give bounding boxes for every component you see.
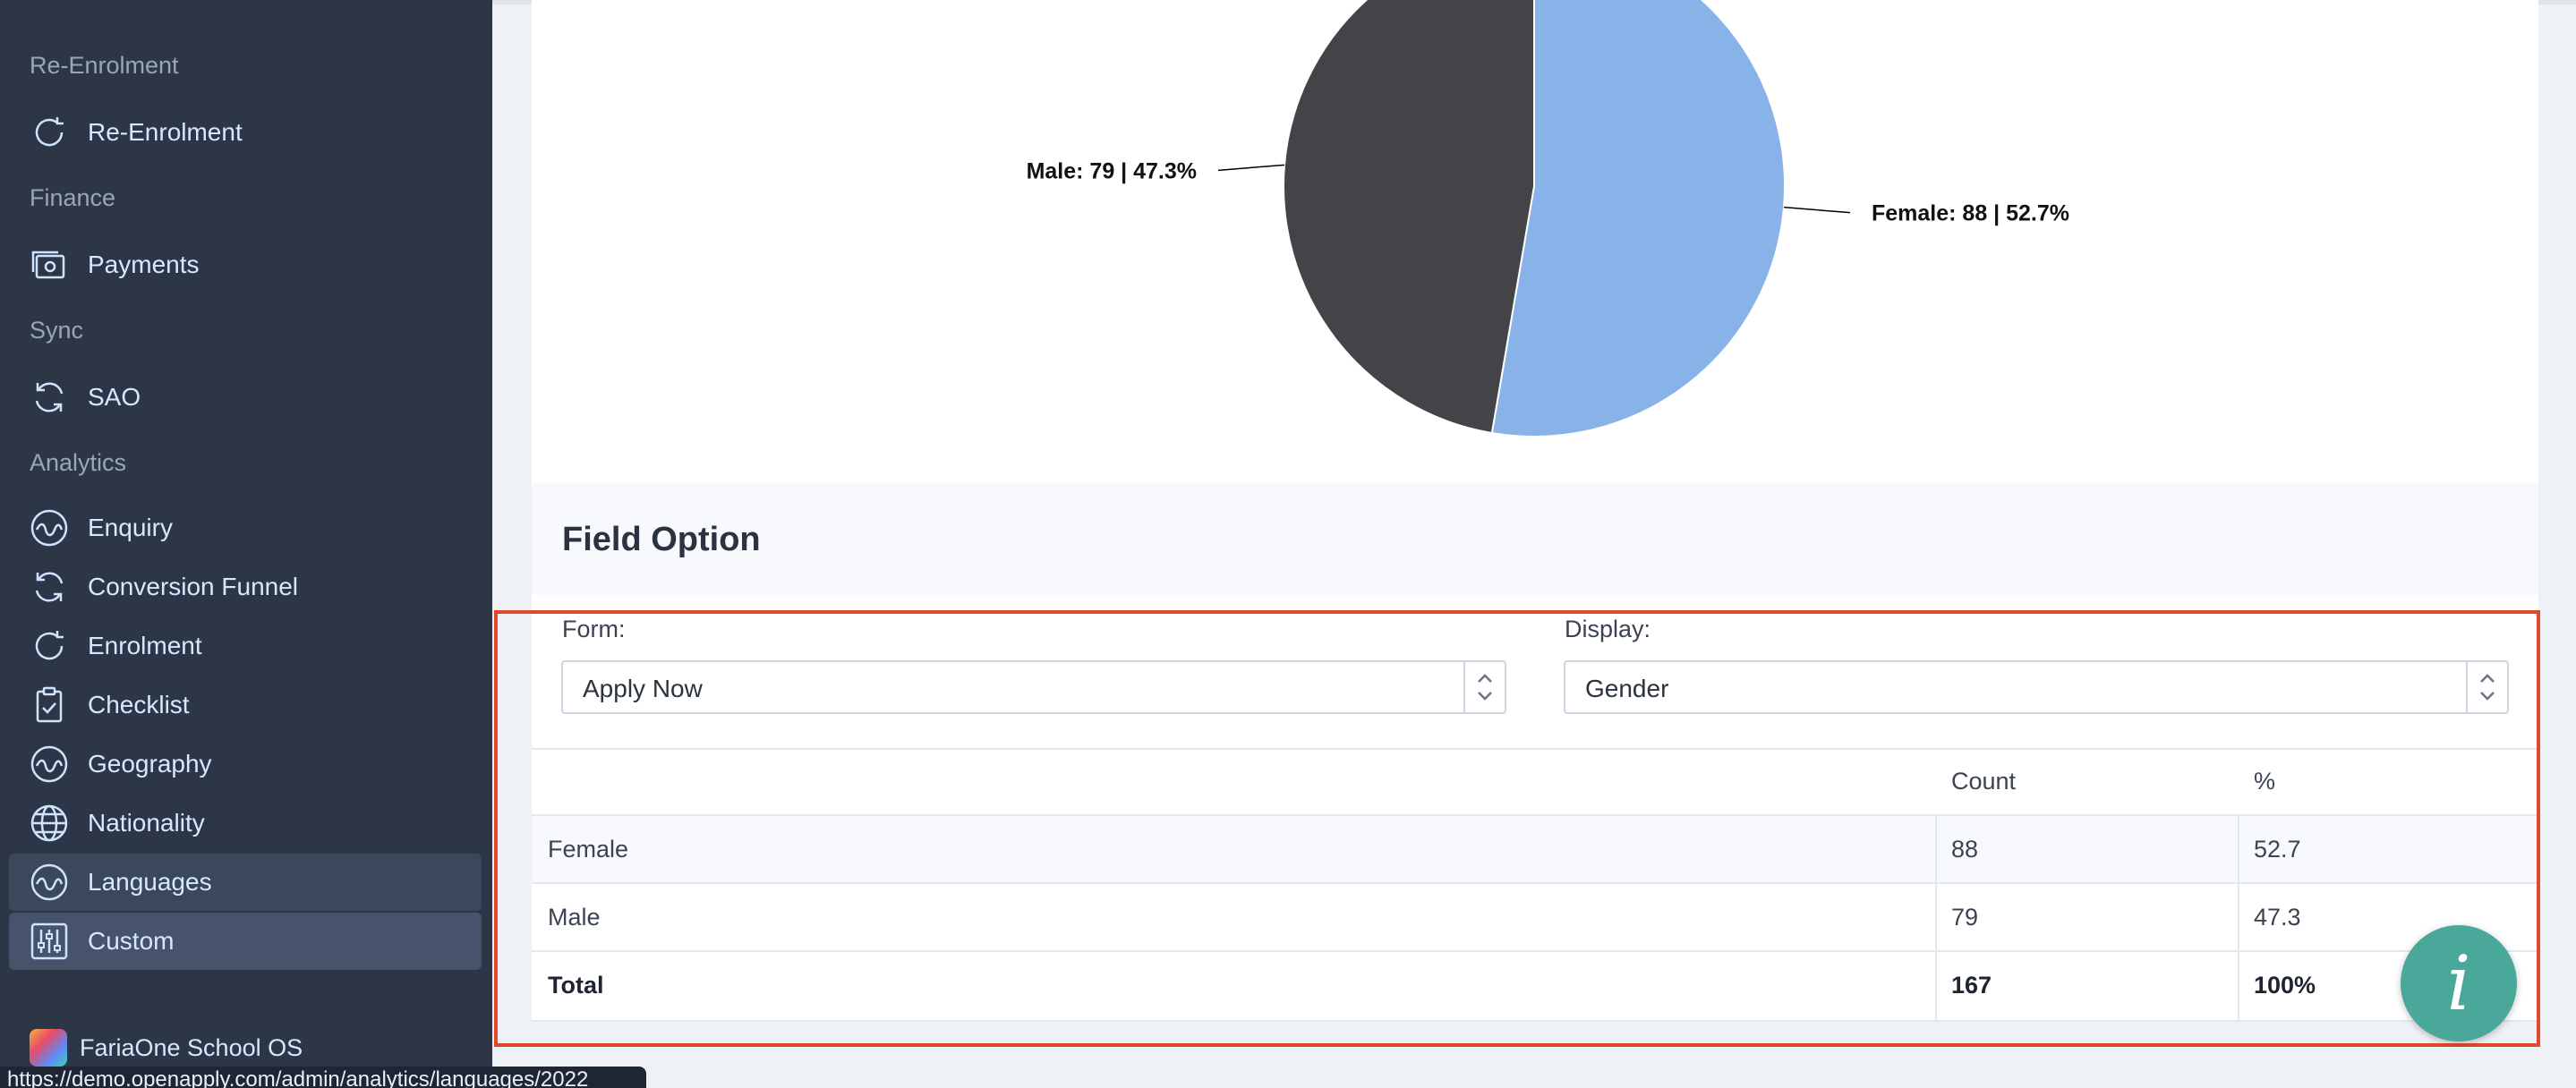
- sync-icon: [29, 566, 70, 608]
- selection-highlight-box: [494, 610, 2540, 1047]
- sliders-icon: [29, 921, 70, 962]
- globe-icon: [29, 803, 70, 844]
- field-option-header: Field Option: [532, 483, 2538, 595]
- pie-data-label: Female: 88 | 52.7%: [1872, 201, 2069, 226]
- sidebar-item-sao[interactable]: SAO: [9, 369, 482, 426]
- pie-leader-line: [1217, 164, 1285, 172]
- sidebar-item-re-enrolment[interactable]: Re-Enrolment: [9, 104, 482, 161]
- sidebar-item-label: Languages: [88, 868, 212, 896]
- sidebar-item-label: Conversion Funnel: [88, 573, 299, 600]
- sidebar-item-languages[interactable]: Languages: [9, 854, 482, 911]
- section-sync: Sync: [30, 317, 84, 344]
- info-button[interactable]: i: [2401, 925, 2517, 1041]
- brand-link[interactable]: FariaOne School OS: [30, 1029, 303, 1067]
- pie-slice-male[interactable]: [1283, 0, 1535, 435]
- sidebar-item-label: Re-Enrolment: [88, 118, 243, 146]
- sidebar-item-nationality[interactable]: Nationality: [9, 795, 482, 852]
- sidebar-item-label: Custom: [88, 927, 175, 955]
- sidebar-item-label: Enrolment: [88, 632, 202, 659]
- section-analytics: Analytics: [30, 449, 127, 476]
- sidebar-item-label: Payments: [88, 251, 200, 278]
- sidebar-item-checklist[interactable]: Checklist: [9, 676, 482, 734]
- card-title: Field Option: [562, 521, 761, 558]
- payments-icon: [29, 244, 70, 285]
- sidebar-item-payments[interactable]: Payments: [9, 236, 482, 293]
- pie-leader-line: [1783, 206, 1851, 214]
- wave-icon: [29, 507, 70, 548]
- sidebar-item-label: SAO: [88, 383, 141, 411]
- sync-icon: [29, 377, 70, 418]
- sidebar-item-custom[interactable]: Custom: [9, 913, 482, 970]
- sidebar-item-enrolment[interactable]: Enrolment: [9, 617, 482, 675]
- pie-chart-area: Female: 88 | 52.7% Male: 79 | 47.3%: [532, 0, 2538, 483]
- wave-icon: [29, 744, 70, 785]
- sidebar-item-label: Checklist: [88, 691, 190, 718]
- refresh-icon: [29, 625, 70, 667]
- pie-slice-female[interactable]: [1490, 0, 1786, 438]
- sidebar-item-label: Nationality: [88, 809, 205, 837]
- sidebar-item-enquiry[interactable]: Enquiry: [9, 499, 482, 557]
- refresh-icon: [29, 112, 70, 153]
- sidebar-item-geography[interactable]: Geography: [9, 735, 482, 793]
- sidebar-item-label: Geography: [88, 750, 212, 778]
- sidebar-item-label: Enquiry: [88, 514, 173, 541]
- pie-data-label: Male: 79 | 47.3%: [1027, 158, 1197, 183]
- sidebar: Re-Enrolment Re-Enrolment Finance Paymen…: [0, 0, 492, 1086]
- faria-logo-icon: [30, 1029, 67, 1067]
- section-finance: Finance: [30, 184, 116, 211]
- section-re-enrolment: Re-Enrolment: [30, 52, 179, 79]
- status-bar-url: https://demo.openapply.com/admin/analyti…: [0, 1067, 646, 1088]
- wave-icon: [29, 862, 70, 903]
- clipboard-check-icon: [29, 684, 70, 726]
- sidebar-item-conversion-funnel[interactable]: Conversion Funnel: [9, 558, 482, 616]
- brand-label: FariaOne School OS: [80, 1033, 303, 1061]
- pie-chart: Female: 88 | 52.7% Male: 79 | 47.3%: [1027, 0, 2069, 438]
